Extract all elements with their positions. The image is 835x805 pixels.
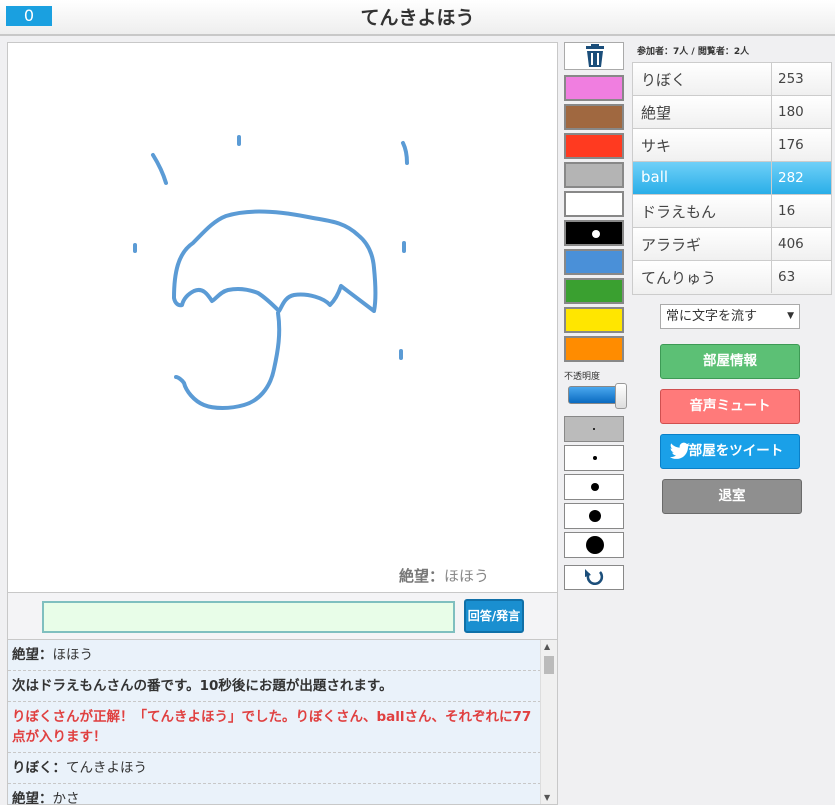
player-name: 絶望 (641, 104, 672, 122)
pen-size-3-button[interactable] (564, 474, 624, 500)
page-title: てんきよほう (360, 7, 475, 29)
chat-text: てんきよほう (66, 760, 147, 776)
selected-marker-icon (592, 230, 600, 238)
chat-message: りぼく：てんきよほう (8, 753, 541, 784)
color-swatch[interactable] (564, 307, 624, 333)
color-swatch[interactable] (564, 133, 624, 159)
pen-size-dot-icon (586, 536, 604, 554)
opacity-knob[interactable] (615, 383, 627, 409)
player-score: 180 (771, 96, 831, 128)
answer-submit-button[interactable]: 回答/発言 (464, 599, 524, 633)
pen-size-dot-icon (589, 510, 601, 522)
opacity-slider[interactable] (568, 383, 627, 409)
tweet-room-label: 部屋をツイート (688, 443, 784, 459)
player-row[interactable]: アララギ 406 (633, 228, 831, 261)
opacity-label: 不透明度 (564, 372, 601, 382)
color-swatch[interactable] (564, 336, 624, 362)
chat-separator: ： (39, 791, 53, 805)
chat-text: ほほう (52, 647, 94, 663)
color-swatch[interactable] (564, 104, 624, 130)
drawer-last-message: 絶望：ほほう (399, 565, 489, 586)
participant-count: 参加者：7人 / 閲覧者：2人 (637, 47, 750, 57)
twitter-bird-icon (669, 442, 691, 459)
color-swatch[interactable] (564, 278, 624, 304)
player-row[interactable]: サキ 176 (633, 129, 831, 162)
color-swatch[interactable] (564, 162, 624, 188)
pen-size-4-button[interactable] (564, 503, 624, 529)
scroll-thumb[interactable] (544, 656, 554, 674)
player-row-self[interactable]: ball 282 (633, 162, 831, 195)
chat-author: 絶望 (12, 791, 39, 805)
player-name: アララギ (641, 236, 702, 254)
player-row[interactable]: 絶望 180 (633, 96, 831, 129)
tweet-room-button[interactable]: 部屋をツイート (660, 434, 800, 469)
player-list: りぼく 253 絶望 180 サキ 176 ball 282 ドラえもん 16 … (632, 62, 832, 295)
chat-message: 絶望：ほほう (8, 640, 541, 671)
chat-author: 絶望 (12, 647, 39, 663)
drawer-separator: ： (428, 567, 444, 585)
chat-correct-message: りぼくさんが正解！「てんきよほう」でした。りぼくさん、ballさん、それぞれに7… (8, 702, 541, 753)
player-row[interactable]: りぼく 253 (633, 63, 831, 96)
player-name: てんりゅう (641, 269, 717, 287)
chat-separator: ： (52, 760, 67, 776)
room-info-button[interactable]: 部屋情報 (660, 344, 800, 379)
player-name: りぼく (641, 71, 687, 89)
trash-icon (586, 44, 604, 67)
chat-text: かさ (52, 791, 80, 805)
color-swatch[interactable] (564, 75, 624, 101)
chat-message: 絶望：かさ (8, 784, 541, 805)
color-swatch[interactable] (564, 220, 624, 246)
color-swatch[interactable] (564, 191, 624, 217)
undo-icon (585, 569, 604, 586)
dropdown-arrow-icon: ▼ (787, 311, 794, 321)
color-swatch[interactable] (564, 249, 624, 275)
player-name: ドラえもん (641, 203, 717, 221)
player-score: 63 (771, 261, 831, 293)
clear-canvas-button[interactable] (564, 42, 624, 70)
player-name: ball (641, 168, 669, 186)
pen-size-dot-icon (591, 483, 599, 491)
player-name: サキ (641, 137, 672, 155)
pen-size-dot-icon (593, 428, 595, 430)
text-stream-select[interactable]: 常に文字を流す ▼ (660, 304, 800, 329)
player-row[interactable]: てんりゅう 63 (633, 261, 831, 294)
answer-row: 回答/発言 (7, 593, 558, 639)
scroll-down-arrow-icon[interactable]: ▼ (544, 793, 550, 802)
top-bar: 0 てんきよほう (0, 0, 835, 36)
chat-system-message: 次はドラえもんさんの番です。10秒後にお題が出題されます。 (8, 671, 541, 702)
drawer-name: 絶望 (398, 567, 429, 585)
pen-size-1-button[interactable] (564, 416, 624, 442)
player-row[interactable]: ドラえもん 16 (633, 195, 831, 228)
chat-author: りぼく (12, 760, 53, 776)
sound-mute-button[interactable]: 音声ミュート (660, 389, 800, 424)
pen-size-dot-icon (593, 456, 597, 460)
player-score: 282 (771, 162, 831, 194)
pen-size-5-button[interactable] (564, 532, 624, 558)
text-stream-value: 常に文字を流す (666, 309, 758, 324)
player-score: 253 (771, 63, 831, 95)
chat-log[interactable]: 絶望：ほほう 次はドラえもんさんの番です。10秒後にお題が出題されます。 りぼく… (7, 639, 558, 805)
chat-separator: ： (39, 647, 53, 663)
pen-size-2-button[interactable] (564, 445, 624, 471)
player-score: 16 (771, 195, 831, 227)
player-score: 176 (771, 129, 831, 161)
drawer-answer: ほほう (443, 567, 489, 585)
player-score: 406 (771, 228, 831, 260)
scroll-up-arrow-icon[interactable]: ▲ (544, 642, 550, 651)
chat-scrollbar[interactable]: ▲ ▼ (540, 640, 557, 804)
leave-room-button[interactable]: 退室 (662, 479, 802, 514)
drawing-canvas[interactable]: 絶望：ほほう (7, 42, 558, 593)
answer-input[interactable] (42, 601, 455, 633)
drawing-strokes (133, 135, 409, 410)
undo-button[interactable] (564, 565, 624, 590)
opacity-track (568, 386, 618, 404)
